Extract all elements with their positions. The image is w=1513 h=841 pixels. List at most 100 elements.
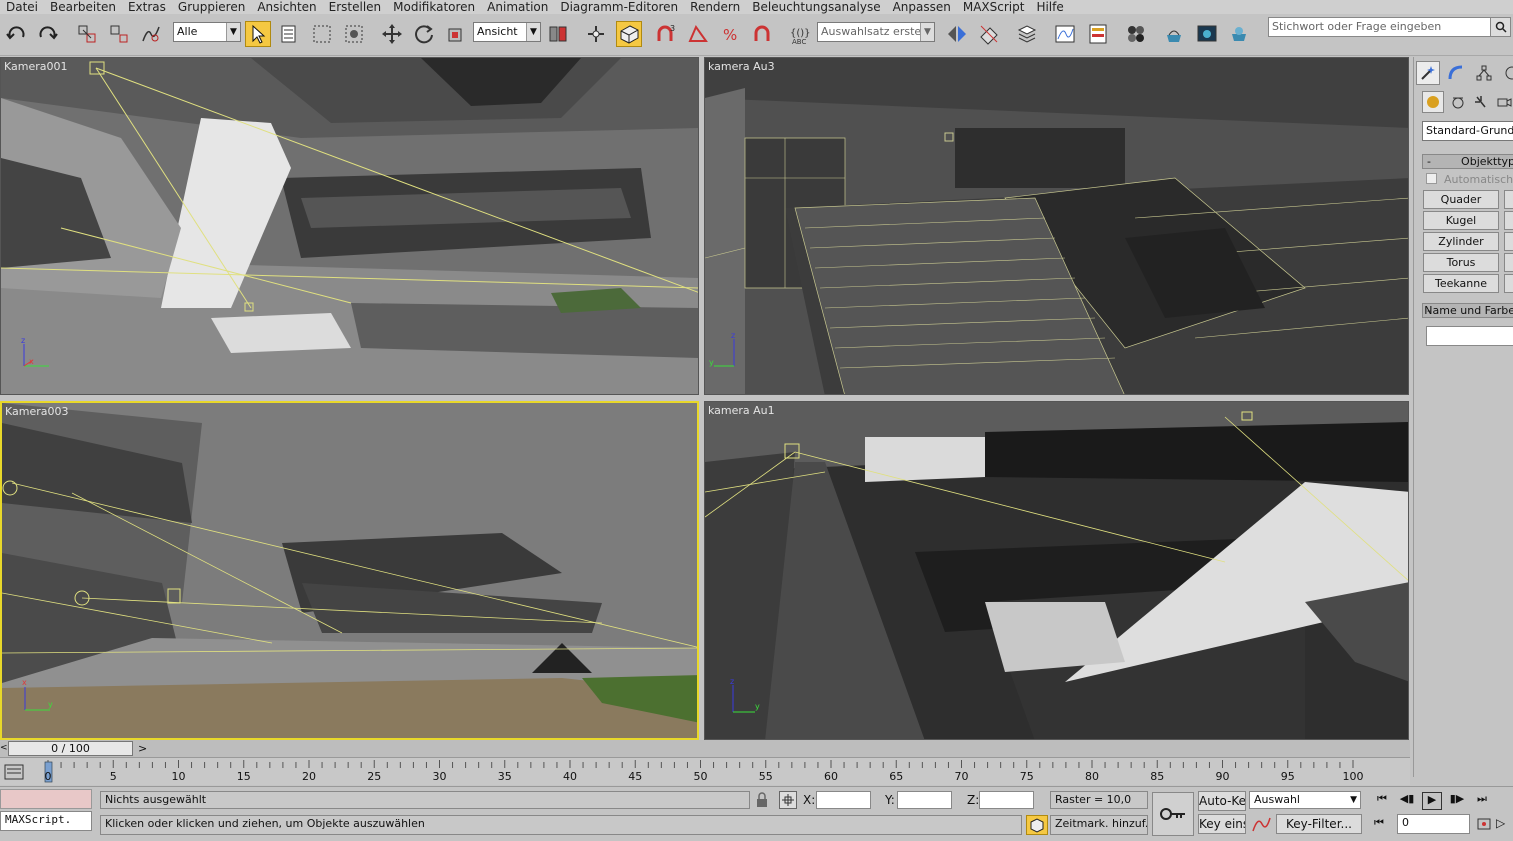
menu-anpassen[interactable]: Anpassen <box>887 0 957 14</box>
lights-category-icon[interactable] <box>1470 91 1492 113</box>
menu-datei[interactable]: Datei <box>0 0 44 14</box>
menu-diagramm-editoren[interactable]: Diagramm-Editoren <box>554 0 684 14</box>
geometry-category-icon[interactable] <box>1422 91 1444 113</box>
reference-coordinate-dropdown[interactable]: Ansicht ▼ <box>473 22 541 42</box>
set-key-button[interactable]: Key einst. <box>1198 814 1246 834</box>
current-frame-input[interactable]: 0 <box>1397 814 1470 834</box>
time-slider[interactable]: < 0 / 100 > <box>0 740 1410 757</box>
go-to-start-icon[interactable]: ⏮ <box>1372 792 1392 810</box>
viewport-top-left[interactable]: Kamera001 zx <box>0 57 699 395</box>
menu-animation[interactable]: Animation <box>481 0 554 14</box>
search-input[interactable]: Stichwort oder Frage eingeben <box>1268 17 1511 37</box>
menu-maxscript[interactable]: MAXScript <box>957 0 1031 14</box>
viewport-label[interactable]: Kamera001 <box>1 60 71 73</box>
object-name-input[interactable] <box>1426 326 1513 346</box>
set-key-icon[interactable] <box>1152 792 1194 836</box>
auto-key-button[interactable]: Auto-Key <box>1198 791 1246 811</box>
box-button[interactable]: Quader <box>1423 190 1499 209</box>
render-setup-icon[interactable] <box>1161 21 1187 47</box>
go-to-end-icon[interactable]: ⏭ <box>1472 792 1492 810</box>
key-filters-button[interactable]: Key-Filter... <box>1276 814 1362 834</box>
pyramid-button[interactable] <box>1504 253 1513 272</box>
add-time-tag-button[interactable]: Zeitmark. hinzuf. <box>1050 815 1148 835</box>
menu-ansichten[interactable]: Ansichten <box>251 0 322 14</box>
lock-icon[interactable] <box>755 792 769 808</box>
select-and-link-icon[interactable] <box>74 21 100 47</box>
shapes-category-icon[interactable] <box>1447 91 1469 113</box>
viewport-label[interactable]: kamera Au3 <box>705 60 778 73</box>
torus-button[interactable]: Torus <box>1423 253 1499 272</box>
quick-render-icon[interactable] <box>1226 21 1252 47</box>
scale-icon[interactable] <box>443 21 469 47</box>
hierarchy-tab-icon[interactable] <box>1472 61 1496 85</box>
absolute-offset-toggle-icon[interactable] <box>779 791 797 809</box>
move-icon[interactable] <box>379 21 405 47</box>
rotate-icon[interactable] <box>411 21 437 47</box>
time-slider-thumb[interactable]: 0 / 100 <box>8 741 133 756</box>
key-mode-toggle-icon[interactable]: ⏮ <box>1374 816 1392 830</box>
plane-button[interactable] <box>1504 274 1513 293</box>
cylinder-button[interactable]: Zylinder <box>1423 232 1499 251</box>
key-mode-dropdown[interactable]: Auswahl ▼ <box>1249 791 1361 809</box>
bind-to-space-warp-icon[interactable] <box>138 21 164 47</box>
viewport-label[interactable]: kamera Au1 <box>705 404 778 417</box>
select-and-manipulate-icon[interactable] <box>583 21 609 47</box>
name-and-color-rollout[interactable]: - Name und Farbe <box>1422 303 1513 318</box>
edit-named-selection-icon[interactable]: {()} ABC <box>787 21 813 47</box>
material-editor-icon[interactable] <box>1123 21 1149 47</box>
tube-button[interactable] <box>1504 232 1513 251</box>
zoom-extents-icon[interactable]: ▷ <box>1496 816 1512 832</box>
align-icon[interactable] <box>976 21 1002 47</box>
schematic-view-icon[interactable] <box>1085 21 1111 47</box>
geosphere-button[interactable] <box>1504 211 1513 230</box>
previous-frame-icon[interactable]: ◀▮ <box>1397 792 1417 810</box>
x-coordinate-input[interactable] <box>816 791 871 809</box>
redo-icon[interactable] <box>34 21 60 47</box>
y-coordinate-input[interactable] <box>897 791 952 809</box>
maxscript-mini-listener[interactable]: MAXScript. <box>0 811 92 831</box>
viewport-label[interactable]: Kamera003 <box>2 405 72 418</box>
menu-bearbeiten[interactable]: Bearbeiten <box>44 0 122 14</box>
time-configuration-icon[interactable] <box>1476 816 1492 832</box>
angle-snap-icon[interactable] <box>685 21 711 47</box>
menu-extras[interactable]: Extras <box>122 0 172 14</box>
create-tab-icon[interactable] <box>1416 61 1440 85</box>
mirror-icon[interactable] <box>944 21 970 47</box>
time-tag-icon[interactable] <box>1026 815 1048 835</box>
snaps-toggle-icon[interactable]: 3 <box>653 21 679 47</box>
viewport-top-right[interactable]: kamera Au3 zy <box>704 57 1409 395</box>
pivot-center-icon[interactable] <box>545 21 571 47</box>
cameras-category-icon[interactable] <box>1493 91 1513 113</box>
chevron-left-icon[interactable]: < <box>0 743 8 753</box>
menu-modifikatoren[interactable]: Modifikatoren <box>387 0 481 14</box>
selection-filter-dropdown[interactable]: Alle ▼ <box>173 22 241 42</box>
rendered-frame-window-icon[interactable] <box>1194 21 1220 47</box>
select-by-name-icon[interactable] <box>277 21 303 47</box>
menu-erstellen[interactable]: Erstellen <box>323 0 388 14</box>
spinner-snap-icon[interactable] <box>749 21 775 47</box>
menu-rendern[interactable]: Rendern <box>684 0 746 14</box>
keyboard-shortcut-override-icon[interactable] <box>616 21 642 47</box>
rectangular-selection-icon[interactable] <box>309 21 335 47</box>
window-crossing-icon[interactable] <box>341 21 367 47</box>
menu-gruppieren[interactable]: Gruppieren <box>172 0 251 14</box>
track-bar[interactable]: 0 5 10 15 20 25 30 35 40 45 50 55 60 65 70 75 80 85 90 95 10… <box>0 757 1410 785</box>
search-icon[interactable] <box>1490 18 1510 36</box>
motion-tab-icon[interactable] <box>1500 61 1513 85</box>
select-object-icon[interactable] <box>245 21 271 47</box>
maxscript-listener-pink[interactable] <box>0 789 92 809</box>
menu-beleuchtungsanalyse[interactable]: Beleuchtungsanalyse <box>746 0 886 14</box>
named-selection-set-dropdown[interactable]: Auswahlsatz erstellen ▼ <box>817 22 935 42</box>
next-frame-icon[interactable]: ▮▶ <box>1447 792 1467 810</box>
undo-icon[interactable] <box>4 21 30 47</box>
autogrid-checkbox[interactable] <box>1426 173 1437 184</box>
default-tangent-icon[interactable] <box>1250 814 1272 834</box>
chevron-right-icon[interactable]: > <box>138 742 147 755</box>
menu-hilfe[interactable]: Hilfe <box>1030 0 1069 14</box>
sphere-button[interactable]: Kugel <box>1423 211 1499 230</box>
z-coordinate-input[interactable] <box>979 791 1034 809</box>
object-category-dropdown[interactable]: Standard-Grundkörper <box>1422 121 1513 141</box>
percent-snap-icon[interactable]: % <box>717 21 743 47</box>
teapot-button[interactable]: Teekanne <box>1423 274 1499 293</box>
viewport-bottom-right[interactable]: kamera Au1 zy <box>704 401 1409 740</box>
